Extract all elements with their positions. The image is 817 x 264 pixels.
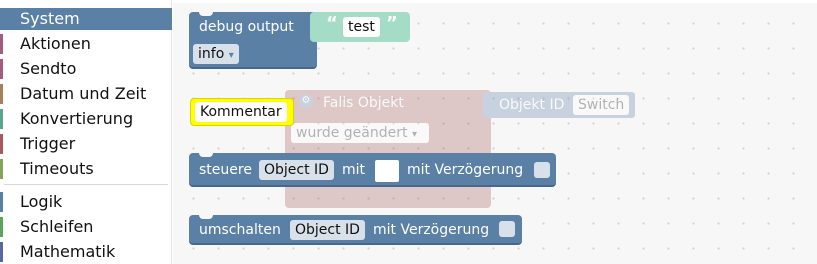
- category-color-stripe: [0, 134, 3, 154]
- category-label: Datum und Zeit: [20, 84, 147, 103]
- delay-label: mit Verzögerung: [373, 222, 490, 238]
- category-label: Schleifen: [20, 217, 94, 236]
- category-color-stripe: [0, 9, 3, 29]
- with-label: mit: [342, 162, 366, 178]
- category-color-stripe: [0, 159, 3, 179]
- gear-icon[interactable]: ⚙: [299, 94, 313, 108]
- control-prefix-label: steuere: [199, 162, 252, 178]
- string-value-field[interactable]: test: [343, 17, 380, 37]
- category-label: Timeouts: [20, 159, 94, 178]
- object-id-label: Objekt ID: [499, 97, 565, 113]
- category-trigger[interactable]: Trigger: [0, 133, 172, 155]
- debug-output-block[interactable]: debug output info ▾: [189, 11, 317, 69]
- category-label: Sendto: [20, 59, 77, 78]
- chevron-down-icon: ▾: [411, 129, 417, 140]
- category-aktionen[interactable]: Aktionen: [0, 33, 172, 55]
- block-notch: [199, 214, 213, 219]
- category-color-stripe: [0, 192, 3, 212]
- comment-block[interactable]: Kommentar: [190, 98, 294, 126]
- level-dropdown[interactable]: info ▾: [193, 44, 239, 64]
- delay-checkbox[interactable]: [499, 221, 515, 237]
- toolbox-separator: [4, 184, 168, 185]
- category-label: Konvertierung: [20, 109, 134, 128]
- category-sendto[interactable]: Sendto: [0, 58, 172, 80]
- blockly-workspace[interactable]: ⚙ Falls Objekt Objekt ID Switch wurde ge…: [173, 3, 817, 264]
- block-notch: [199, 11, 213, 16]
- category-label: System: [20, 9, 80, 28]
- close-quote-icon: ”: [386, 13, 398, 34]
- category-color-stripe: [0, 84, 3, 104]
- category-mathematik[interactable]: Mathematik: [0, 241, 172, 263]
- trigger-dropdown-label: wurde geändert: [296, 125, 408, 141]
- open-quote-icon: “: [326, 13, 338, 34]
- object-id-field[interactable]: Object ID: [259, 160, 334, 180]
- level-dropdown-label: info: [198, 46, 225, 62]
- category-datum-und-zeit[interactable]: Datum und Zeit: [0, 83, 172, 105]
- debug-output-label: debug output: [199, 19, 294, 35]
- event-title: Falls Objekt: [323, 95, 404, 111]
- delay-checkbox[interactable]: [534, 162, 550, 178]
- toggle-prefix-label: umschalten: [199, 222, 281, 238]
- toggle-block[interactable]: umschalten Object ID mit Verzögerung: [189, 214, 522, 245]
- category-label: Trigger: [20, 134, 76, 153]
- category-label: Aktionen: [20, 34, 91, 53]
- chevron-down-icon: ▾: [228, 50, 234, 61]
- category-timeouts[interactable]: Timeouts: [0, 158, 172, 180]
- object-id-value[interactable]: Switch: [573, 95, 630, 115]
- category-system[interactable]: System: [0, 8, 172, 30]
- value-input-socket[interactable]: [375, 160, 399, 182]
- object-id-field[interactable]: Object ID: [290, 220, 365, 240]
- category-color-stripe: [0, 34, 3, 54]
- category-label: Mathematik: [20, 242, 116, 261]
- category-logik[interactable]: Logik: [0, 191, 172, 213]
- category-color-stripe: [0, 59, 3, 79]
- control-block[interactable]: steuere Object ID mit mit Verzögerung: [189, 152, 556, 187]
- delay-label: mit Verzögerung: [407, 162, 524, 178]
- string-block[interactable]: “ test ”: [310, 12, 410, 42]
- category-color-stripe: [0, 109, 3, 129]
- category-label: Logik: [20, 192, 63, 211]
- category-schleifen[interactable]: Schleifen: [0, 216, 172, 238]
- trigger-dropdown[interactable]: wurde geändert ▾: [291, 123, 429, 143]
- category-color-stripe: [0, 217, 3, 237]
- comment-field[interactable]: Kommentar: [195, 102, 287, 122]
- category-konvertierung[interactable]: Konvertierung: [0, 108, 172, 130]
- block-notch: [199, 152, 213, 157]
- category-color-stripe: [0, 242, 3, 262]
- toolbox: System Aktionen Sendto Datum und Zeit Ko…: [0, 0, 172, 264]
